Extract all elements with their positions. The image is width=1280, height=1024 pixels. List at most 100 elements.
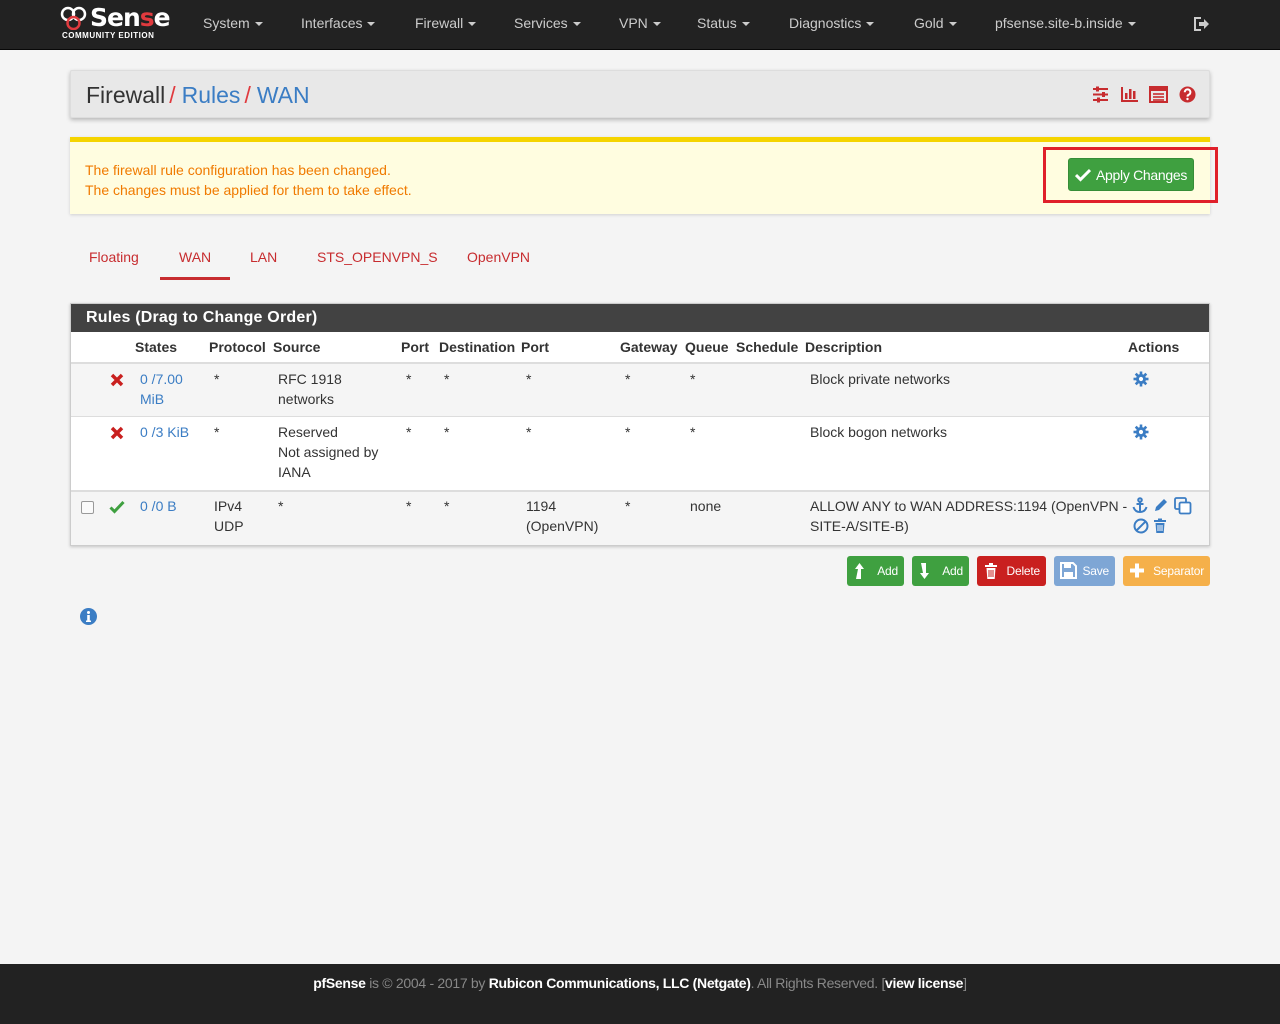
nav-firewall[interactable]: Firewall (415, 0, 477, 50)
pencil-icon[interactable] (1153, 497, 1169, 513)
page-header: Firewall / Rules / WAN (70, 70, 1210, 118)
source-cell: Reserved Not assigned by IANA (278, 424, 379, 480)
description-cell: ALLOW ANY to WAN ADDRESS:1194 (OpenVPN -… (810, 498, 1128, 534)
apply-changes-button[interactable]: Apply Changes (1068, 158, 1194, 191)
table-list-icon[interactable] (1149, 85, 1168, 104)
tab-floating[interactable]: Floating (70, 236, 158, 280)
block-x-icon (110, 426, 124, 440)
chevron-down-icon (741, 22, 750, 27)
protocol-cell: * (214, 371, 220, 387)
pfsense-logo-icon (60, 6, 87, 30)
breadcrumb: Firewall / Rules / WAN (86, 82, 310, 109)
chevron-down-icon (254, 22, 263, 27)
states-link[interactable]: 0 /3 KiB (140, 422, 189, 442)
add-rule-top-button[interactable]: Add (847, 556, 904, 586)
apply-changes-label: Apply Changes (1096, 166, 1188, 183)
tab-wan[interactable]: WAN (160, 236, 231, 280)
chevron-down-icon (948, 22, 957, 27)
brand-wordmark: Sense (90, 3, 171, 32)
footer-product: pfSense (313, 975, 366, 991)
trash-icon[interactable] (1152, 518, 1168, 534)
page-footer: pfSense is © 2004 - 2017 by Rubicon Comm… (0, 964, 1280, 1024)
col-schedule: Schedule (736, 339, 799, 355)
row-divider (71, 416, 1209, 417)
col-queue: Queue (685, 339, 729, 355)
plus-icon (1130, 563, 1144, 578)
col-destination: Destination (439, 339, 516, 355)
chevron-down-icon (652, 22, 661, 27)
gateway-cell: * (625, 498, 631, 514)
pfsense-logo[interactable]: Sense COMMUNITY EDITION (60, 5, 172, 45)
chevron-down-icon (866, 22, 875, 27)
bar-chart-icon[interactable] (1120, 85, 1139, 104)
add-bottom-label: Add (942, 564, 963, 578)
nav-services[interactable]: Services (514, 0, 581, 50)
brand-subtitle: COMMUNITY EDITION (62, 31, 155, 40)
delete-button[interactable]: Delete (977, 556, 1046, 586)
nav-gold[interactable]: Gold (914, 0, 957, 50)
rules-table: Rules (Drag to Change Order) States Prot… (70, 303, 1210, 546)
gear-icon[interactable] (1133, 424, 1149, 440)
help-icon[interactable] (1178, 85, 1197, 104)
nav-interfaces[interactable]: Interfaces (301, 0, 376, 50)
col-actions: Actions (1128, 339, 1180, 355)
arrow-down-icon (920, 563, 929, 579)
description-cell: Block bogon networks (810, 424, 947, 440)
sliders-icon[interactable] (1091, 85, 1110, 104)
chevron-down-icon (367, 22, 376, 27)
destination-cell: * (444, 498, 450, 514)
info-icon[interactable] (79, 607, 98, 626)
states-link[interactable]: 0 /7.00 MiB (140, 369, 183, 409)
queue-cell: * (690, 371, 696, 387)
footer-bracket: ] (963, 975, 967, 991)
separator-button[interactable]: Separator (1123, 556, 1210, 586)
queue-cell: none (690, 498, 722, 514)
protocol-cell: * (214, 424, 220, 440)
col-source: Source (273, 339, 321, 355)
gateway-cell: * (625, 371, 631, 387)
nav-hostname[interactable]: pfsense.site-b.inside (995, 0, 1136, 50)
col-description: Description (805, 339, 883, 355)
chevron-down-icon (468, 22, 477, 27)
footer-rights: . All Rights Reserved. [ (750, 975, 886, 991)
tab-openvpn[interactable]: OpenVPN (448, 236, 549, 280)
add-rule-bottom-button[interactable]: Add (912, 556, 969, 586)
footer-copyright: is © 2004 - 2017 by (369, 975, 486, 991)
gateway-cell: * (625, 424, 631, 440)
breadcrumb-separator: / (169, 82, 176, 108)
destination-cell: * (444, 371, 450, 387)
breadcrumb-separator: / (244, 82, 251, 108)
states-link[interactable]: 0 /0 B (140, 496, 177, 516)
col-states: States (135, 339, 178, 355)
anchor-icon[interactable] (1132, 497, 1148, 513)
chevron-down-icon (1127, 22, 1136, 27)
nav-vpn[interactable]: VPN (619, 0, 661, 50)
tab-sts-openvpn[interactable]: STS_OPENVPN_S (298, 236, 457, 280)
breadcrumb-rules[interactable]: Rules (182, 82, 241, 108)
save-button[interactable]: Save (1054, 556, 1115, 586)
view-license-link[interactable]: view license (885, 975, 963, 991)
nav-system[interactable]: System (203, 0, 263, 50)
gear-icon[interactable] (1133, 371, 1149, 387)
tab-lan[interactable]: LAN (231, 236, 296, 280)
nav-diagnostics[interactable]: Diagnostics (789, 0, 875, 50)
breadcrumb-firewall: Firewall (86, 82, 166, 108)
disable-icon[interactable] (1133, 518, 1149, 534)
nav-status[interactable]: Status (697, 0, 750, 50)
row-select-checkbox[interactable] (81, 501, 94, 514)
delete-label: Delete (1006, 564, 1041, 578)
save-disk-icon (1060, 562, 1077, 579)
breadcrumb-wan[interactable]: WAN (257, 82, 310, 108)
block-x-icon (110, 373, 124, 387)
dest-port-cell: * (526, 371, 532, 387)
source-port-cell: * (406, 498, 412, 514)
alert-line-1: The firewall rule configuration has been… (85, 162, 391, 178)
rules-heading: Rules (Drag to Change Order) (71, 304, 1209, 332)
col-gateway: Gateway (620, 339, 678, 355)
separator-label: Separator (1153, 564, 1204, 578)
protocol-cell: IPv4 UDP (214, 498, 244, 534)
copy-icon[interactable] (1174, 497, 1192, 515)
trash-icon (985, 563, 997, 579)
sign-out-icon[interactable] (1192, 15, 1210, 33)
chevron-down-icon (572, 22, 581, 27)
